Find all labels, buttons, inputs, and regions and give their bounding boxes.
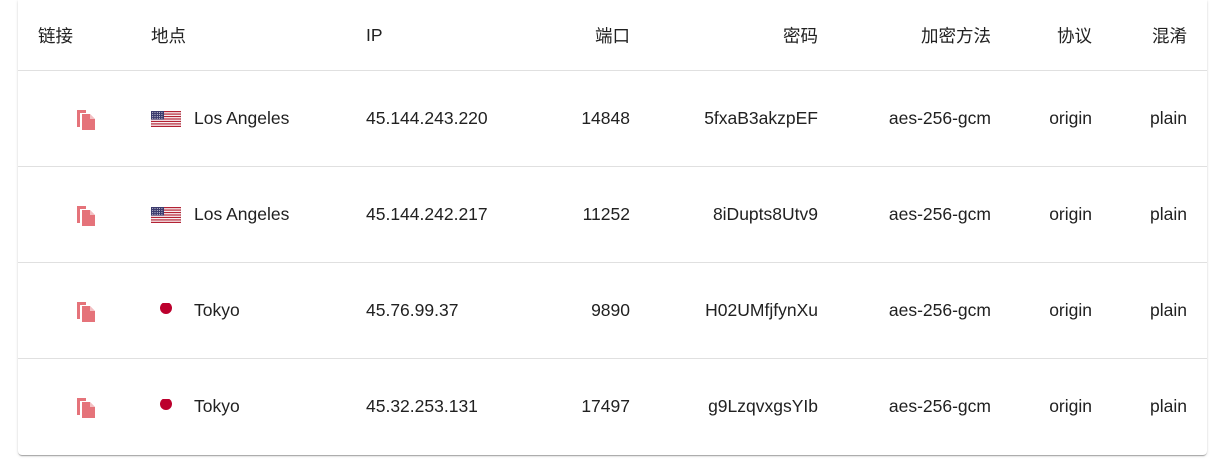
copy-icon[interactable]	[72, 201, 100, 229]
port-cell: 17497	[581, 396, 630, 416]
copy-icon[interactable]	[72, 297, 100, 325]
location-cell: Los Angeles	[151, 71, 289, 166]
copy-icon[interactable]	[72, 393, 100, 421]
method-cell: aes-256-gcm	[888, 204, 991, 224]
header-obfs[interactable]: 混淆	[1152, 0, 1187, 70]
port-cell: 14848	[581, 108, 630, 128]
protocol-cell: origin	[1049, 300, 1092, 320]
password-cell: 5fxaB3akzpEF	[704, 108, 818, 128]
password-cell: 8iDupts8Utv9	[712, 204, 818, 224]
obfs-cell: plain	[1150, 300, 1187, 320]
table-row: Los Angeles 45.144.242.217 11252 8iDupts8Ut…	[18, 167, 1207, 263]
obfs-cell: plain	[1150, 108, 1187, 128]
copy-icon[interactable]	[72, 105, 100, 133]
location-cell: Los Angeles	[151, 167, 289, 262]
header-ip[interactable]: IP	[366, 0, 383, 70]
port-cell: 11252	[582, 204, 630, 224]
location-text: Tokyo	[194, 300, 240, 320]
obfs-cell: plain	[1150, 396, 1187, 416]
protocol-cell: origin	[1049, 204, 1092, 224]
ip-cell: 45.76.99.37	[366, 300, 459, 320]
location-text: Los Angeles	[194, 204, 290, 224]
method-cell: aes-256-gcm	[888, 108, 991, 128]
location-text: Los Angeles	[194, 108, 290, 128]
protocol-cell: origin	[1049, 396, 1092, 416]
header-protocol[interactable]: 协议	[1057, 0, 1092, 70]
obfs-cell: plain	[1150, 204, 1187, 224]
ip-cell: 45.32.253.131	[366, 396, 478, 416]
port-cell: 9890	[591, 300, 630, 320]
location-cell: Tokyo	[151, 263, 240, 358]
jp-flag-icon	[151, 302, 181, 319]
table-row: Tokyo 45.32.253.131 17497 g9LzqvxgsYIb aes-2…	[18, 359, 1207, 454]
jp-flag-icon	[151, 398, 181, 415]
header-method[interactable]: 加密方法	[921, 0, 991, 70]
us-flag-icon	[151, 110, 181, 127]
table-body: Los Angeles 45.144.243.220 14848 5fxaB3akzp…	[18, 71, 1207, 454]
header-location[interactable]: 地点	[151, 0, 186, 70]
table-row: Los Angeles 45.144.243.220 14848 5fxaB3akzp…	[18, 71, 1207, 167]
table-header: 链接 地点 IP 端口 密码 加密方法 协议 混淆	[18, 0, 1207, 71]
method-cell: aes-256-gcm	[888, 300, 991, 320]
header-link[interactable]: 链接	[38, 0, 73, 70]
ip-cell: 45.144.242.217	[366, 204, 488, 224]
protocol-cell: origin	[1049, 108, 1092, 128]
location-text: Tokyo	[194, 396, 240, 416]
ip-cell: 45.144.243.220	[366, 108, 488, 128]
table-row: Tokyo 45.76.99.37 9890 H02UMfjfynXu aes-256-…	[18, 263, 1207, 359]
server-table: 链接 地点 IP 端口 密码 加密方法 协议 混淆 Los Angeles 45.…	[18, 0, 1207, 455]
header-password[interactable]: 密码	[783, 0, 818, 70]
password-cell: g9LzqvxgsYIb	[708, 396, 818, 416]
method-cell: aes-256-gcm	[888, 396, 991, 416]
header-port[interactable]: 端口	[595, 0, 630, 70]
us-flag-icon	[151, 206, 181, 223]
password-cell: H02UMfjfynXu	[705, 300, 818, 320]
location-cell: Tokyo	[151, 359, 240, 454]
